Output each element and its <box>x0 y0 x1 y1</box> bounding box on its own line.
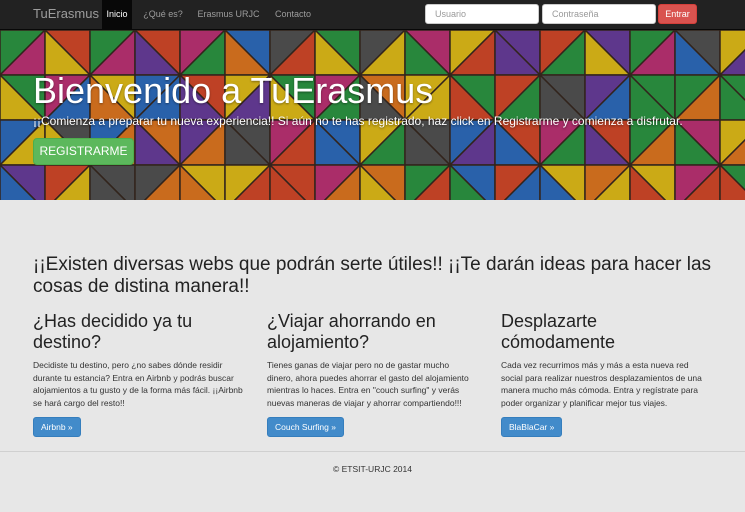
register-button[interactable]: REGISTRARME <box>33 138 134 165</box>
login-button[interactable]: Entrar <box>658 4 697 24</box>
nav-item-contacto[interactable]: Contacto <box>269 0 317 30</box>
hero-banner: Bienvenido a TuErasmus ¡¡Comienza a prep… <box>0 30 745 200</box>
nav-item-inicio[interactable]: Inicio <box>102 0 132 30</box>
column-heading: Desplazarte cómodamente <box>501 311 616 352</box>
column-heading: ¿Viajar ahorrando en alojamiento? <box>267 311 436 352</box>
column-couchsurfing: ¿Viajar ahorrando en alojamiento? Tienes… <box>267 311 477 437</box>
airbnb-button[interactable]: Airbnb » <box>33 417 81 437</box>
hero-subtitle: ¡¡Comienza a preparar tu nueva experienc… <box>33 114 683 128</box>
brand-logo[interactable]: TuErasmus <box>33 6 99 21</box>
nav-item-que-es[interactable]: ¿Qué es? <box>139 0 187 30</box>
column-text: Tienes ganas de viajar pero no de gastar… <box>267 360 469 408</box>
section-lead: ¡¡Existen diversas webs que podrán serte… <box>33 254 712 297</box>
hero-title: Bienvenido a TuErasmus <box>33 70 434 111</box>
couchsurfing-button[interactable]: Couch Surfing » <box>267 417 344 437</box>
column-heading: ¿Has decidido ya tu destino? <box>33 311 193 352</box>
navbar: TuErasmus Inicio ¿Qué es? Erasmus URJC C… <box>0 0 745 30</box>
footer-divider <box>0 451 745 452</box>
nav-item-erasmus-urjc[interactable]: Erasmus URJC <box>193 0 264 30</box>
username-input[interactable] <box>425 4 539 24</box>
footer-copyright: © ETSIT-URJC 2014 <box>332 464 412 474</box>
blablacar-button[interactable]: BlaBlaCar » <box>501 417 563 437</box>
password-input[interactable] <box>542 4 656 24</box>
column-text: Decidiste tu destino, pero ¿no sabes dón… <box>33 360 243 408</box>
column-blablacar: Desplazarte cómodamente Cada vez recurri… <box>501 311 711 437</box>
column-text: Cada vez recurrimos más y más a esta nue… <box>501 360 702 408</box>
column-airbnb: ¿Has decidido ya tu destino? Decidiste t… <box>33 311 243 437</box>
